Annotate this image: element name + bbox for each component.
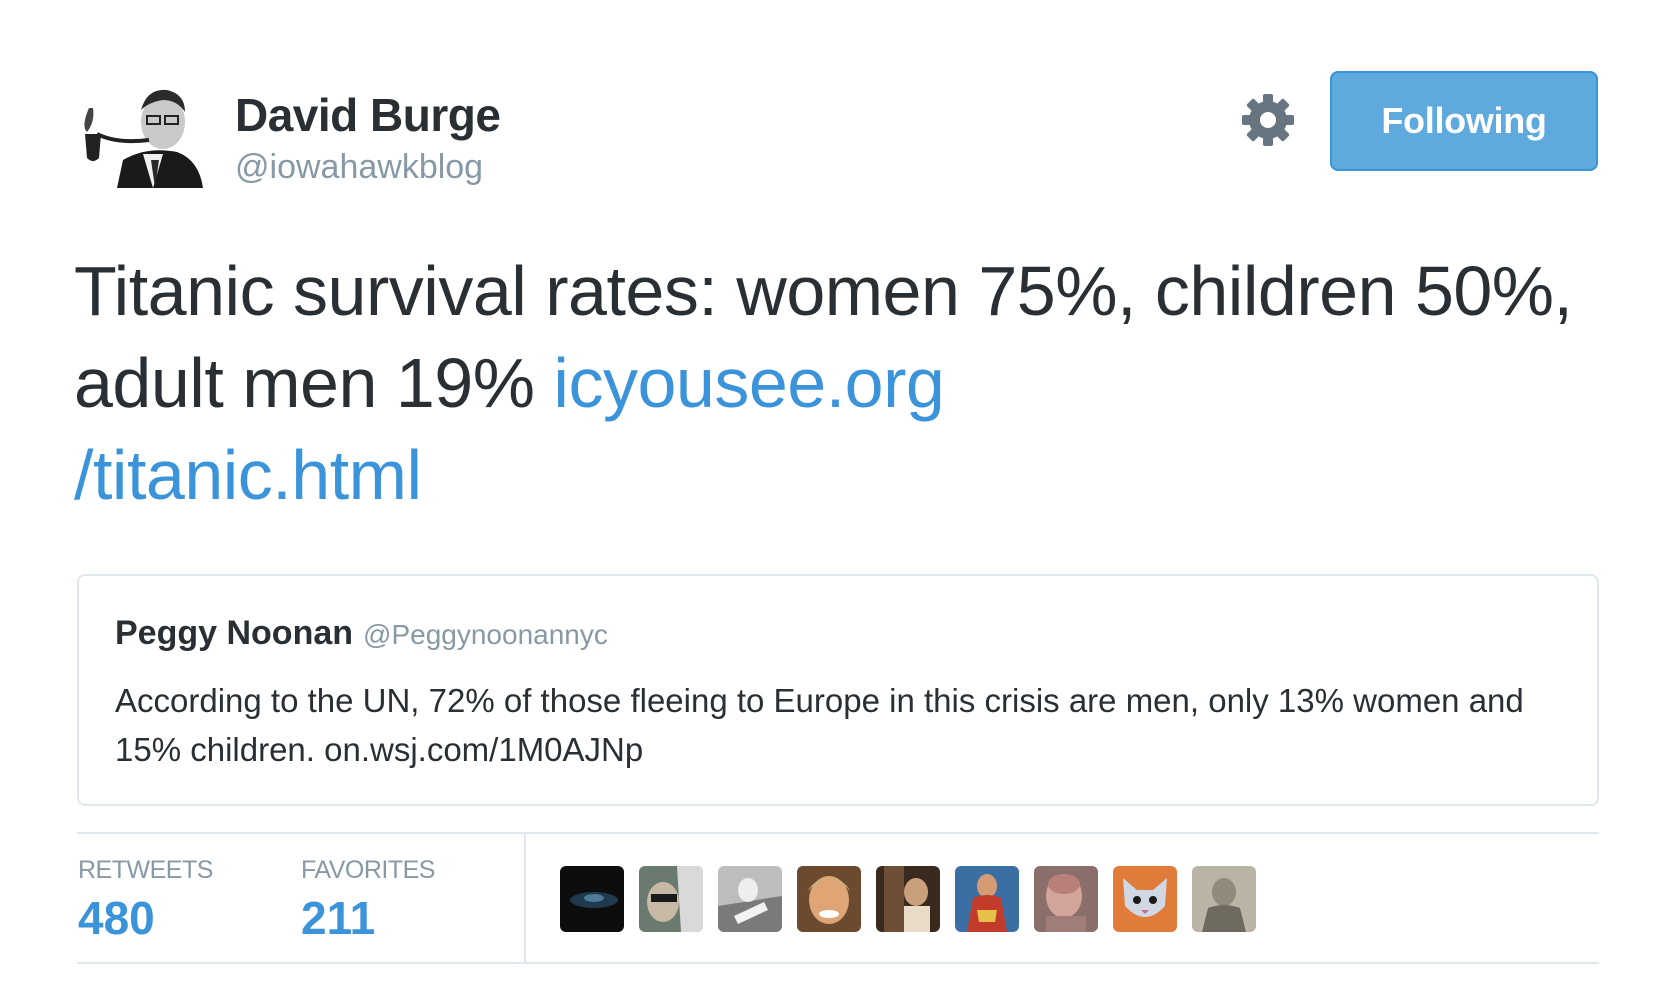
author-handle[interactable]: @iowahawkblog xyxy=(235,148,483,187)
stats-vertical-divider xyxy=(524,834,526,962)
tweet-card: David Burge @iowahawkblog Following Tita… xyxy=(0,0,1680,988)
quoted-tweet-header: Peggy Noonan @Peggynoonannyc xyxy=(115,614,608,653)
favoriter-avatar[interactable] xyxy=(1034,866,1098,932)
gear-icon[interactable] xyxy=(1240,92,1296,148)
author-avatar[interactable] xyxy=(77,82,203,188)
favorites-label: FAVORITES xyxy=(301,856,435,884)
quoted-tweet[interactable]: Peggy Noonan @Peggynoonannyc According to… xyxy=(77,574,1599,806)
favoriter-avatar[interactable] xyxy=(876,866,940,932)
favoriter-avatar[interactable] xyxy=(955,866,1019,932)
stats-top-divider xyxy=(77,832,1599,834)
favoriter-avatar[interactable] xyxy=(718,866,782,932)
favorites-count[interactable]: 211 xyxy=(301,891,435,945)
following-button[interactable]: Following xyxy=(1330,71,1598,171)
tweet-link-path[interactable]: /titanic.html xyxy=(74,436,422,514)
quoted-author-handle[interactable]: @Peggynoonannyc xyxy=(363,619,608,650)
quoted-tweet-text: According to the UN, 72% of those fleein… xyxy=(115,682,1524,768)
favoriter-avatar[interactable] xyxy=(1192,866,1256,932)
retweets-label: RETWEETS xyxy=(78,856,213,884)
favoriter-avatar[interactable] xyxy=(639,866,703,932)
quoted-author-name[interactable]: Peggy Noonan xyxy=(115,614,353,652)
favoriter-avatar[interactable] xyxy=(560,866,624,932)
favoriter-avatar[interactable] xyxy=(1113,866,1177,932)
tweet-link-domain[interactable]: icyousee.org xyxy=(553,344,944,422)
favorites-stat[interactable]: FAVORITES 211 xyxy=(301,856,435,945)
author-name[interactable]: David Burge xyxy=(235,88,501,142)
retweets-stat[interactable]: RETWEETS 480 xyxy=(78,856,213,945)
retweets-count[interactable]: 480 xyxy=(78,891,213,945)
favoriter-avatar[interactable] xyxy=(797,866,861,932)
stats-bottom-divider xyxy=(77,962,1599,964)
tweet-text: Titanic survival rates: women 75%, child… xyxy=(74,245,1634,521)
